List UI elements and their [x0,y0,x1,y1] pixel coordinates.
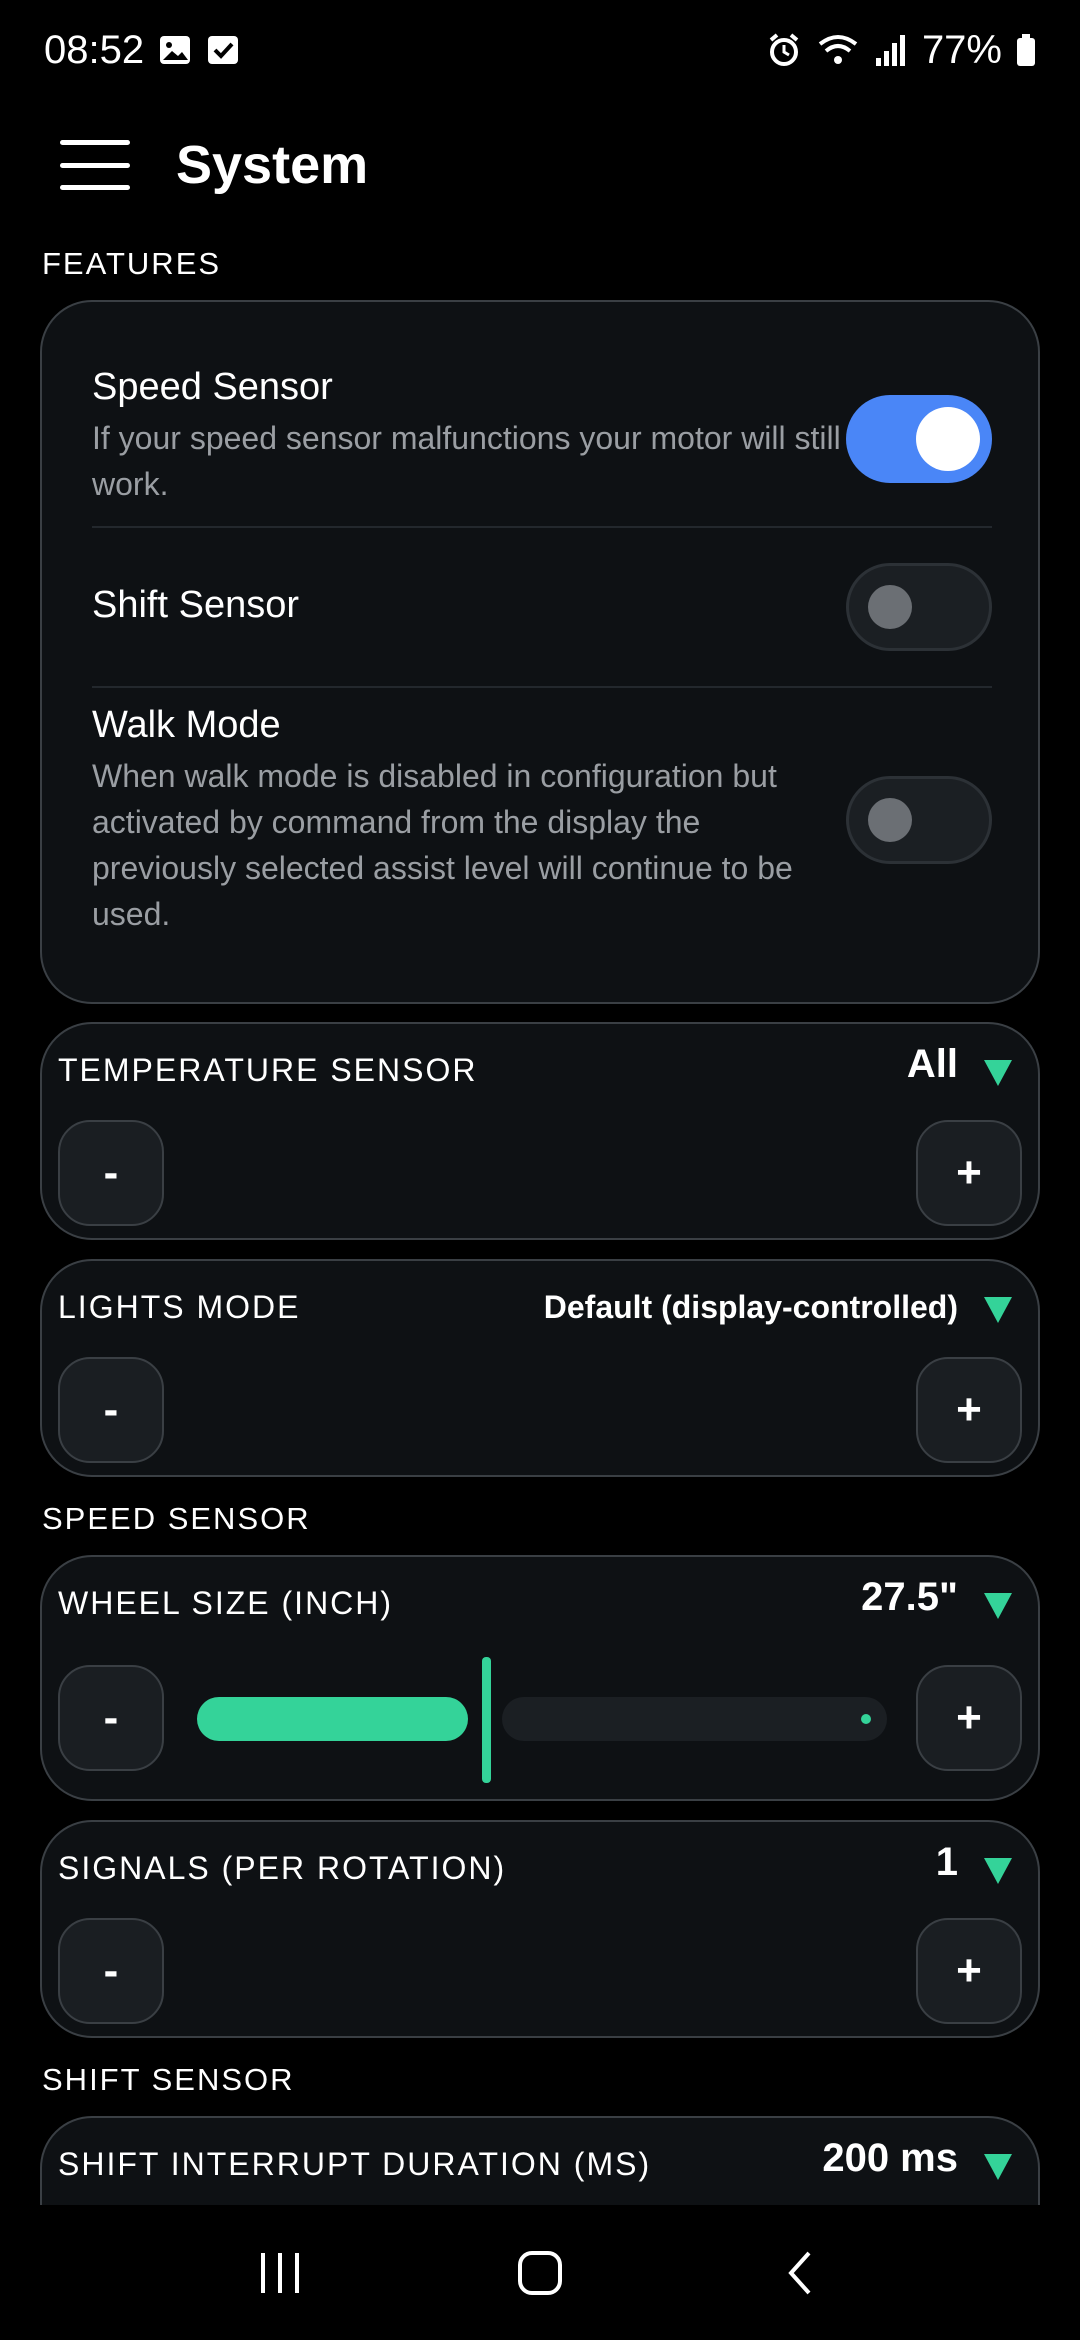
section-label-shift-sensor: SHIFT SENSOR [42,2062,295,2097]
slider-end-dot [861,1714,871,1724]
lights-mode-value[interactable]: Default (display-controlled) [544,1289,958,1326]
recent-apps-icon[interactable] [235,2238,325,2308]
wheel-size-minus-button[interactable]: - [58,1665,164,1771]
status-time: 08:52 [44,27,145,72]
lights-plus-button[interactable]: + [916,1357,1022,1463]
signals-value[interactable]: 1 [936,1840,958,1885]
shift-sensor-toggle[interactable] [846,563,992,651]
feature-title: Speed Sensor [92,366,333,408]
battery-icon [1016,32,1036,68]
battery-percent: 77% [921,27,1002,72]
temperature-sensor-card: TEMPERATURE SENSOR All - + [40,1022,1040,1240]
wheel-size-value[interactable]: 27.5" [861,1575,958,1620]
temperature-sensor-label: TEMPERATURE SENSOR [58,1052,478,1088]
home-icon[interactable] [495,2238,585,2308]
speed-sensor-toggle[interactable] [846,395,992,483]
dropdown-caret-icon[interactable] [984,1297,1012,1323]
slider-fill [197,1697,468,1741]
hamburger-menu-icon[interactable] [60,140,130,190]
feature-title: Walk Mode [92,704,281,746]
image-icon [158,33,192,67]
signals-label: SIGNALS (PER ROTATION) [58,1850,507,1886]
wheel-size-label: WHEEL SIZE (INCH) [58,1585,394,1621]
signal-icon [874,32,908,68]
dropdown-caret-icon[interactable] [984,1593,1012,1619]
shift-interrupt-value[interactable]: 200 ms [822,2136,958,2181]
features-card: Speed Sensor If your speed sensor malfun… [40,300,1040,1004]
wheel-size-slider[interactable] [197,1657,887,1783]
signals-card: SIGNALS (PER ROTATION) 1 - + [40,1820,1040,2038]
slider-thumb[interactable] [482,1657,491,1783]
section-label-features: FEATURES [42,246,222,281]
app-header: System [0,120,1080,210]
shift-interrupt-clip: SHIFT INTERRUPT DURATION (MS) 200 ms [0,2116,1080,2205]
slider-rest [502,1697,887,1741]
lights-mode-label: LIGHTS MODE [58,1289,301,1325]
temperature-minus-button[interactable]: - [58,1120,164,1226]
signals-minus-button[interactable]: - [58,1918,164,2024]
temperature-plus-button[interactable]: + [916,1120,1022,1226]
check-box-icon [206,33,240,67]
section-label-speed-sensor: SPEED SENSOR [42,1501,311,1536]
divider [92,686,992,688]
signals-plus-button[interactable]: + [916,1918,1022,2024]
lights-minus-button[interactable]: - [58,1357,164,1463]
dropdown-caret-icon[interactable] [984,1060,1012,1086]
dropdown-caret-icon[interactable] [984,2154,1012,2180]
dropdown-caret-icon[interactable] [984,1858,1012,1884]
alarm-icon [766,32,802,68]
wheel-size-plus-button[interactable]: + [916,1665,1022,1771]
divider [92,526,992,528]
feature-description: If your speed sensor malfunctions your m… [92,420,841,502]
wheel-size-card: WHEEL SIZE (INCH) 27.5" - + [40,1555,1040,1801]
shift-interrupt-label: SHIFT INTERRUPT DURATION (MS) [58,2146,652,2182]
shift-interrupt-card: SHIFT INTERRUPT DURATION (MS) 200 ms [40,2116,1040,2205]
wifi-icon [816,32,860,68]
back-icon[interactable] [755,2238,845,2308]
status-bar: 08:52 77% [0,0,1080,100]
page-title: System [176,135,369,195]
temperature-sensor-value[interactable]: All [907,1042,958,1087]
walk-mode-toggle[interactable] [846,776,992,864]
feature-description: When walk mode is disabled in configurat… [92,758,793,932]
lights-mode-card: LIGHTS MODE Default (display-controlled)… [40,1259,1040,1477]
system-nav-bar [0,2205,1080,2340]
